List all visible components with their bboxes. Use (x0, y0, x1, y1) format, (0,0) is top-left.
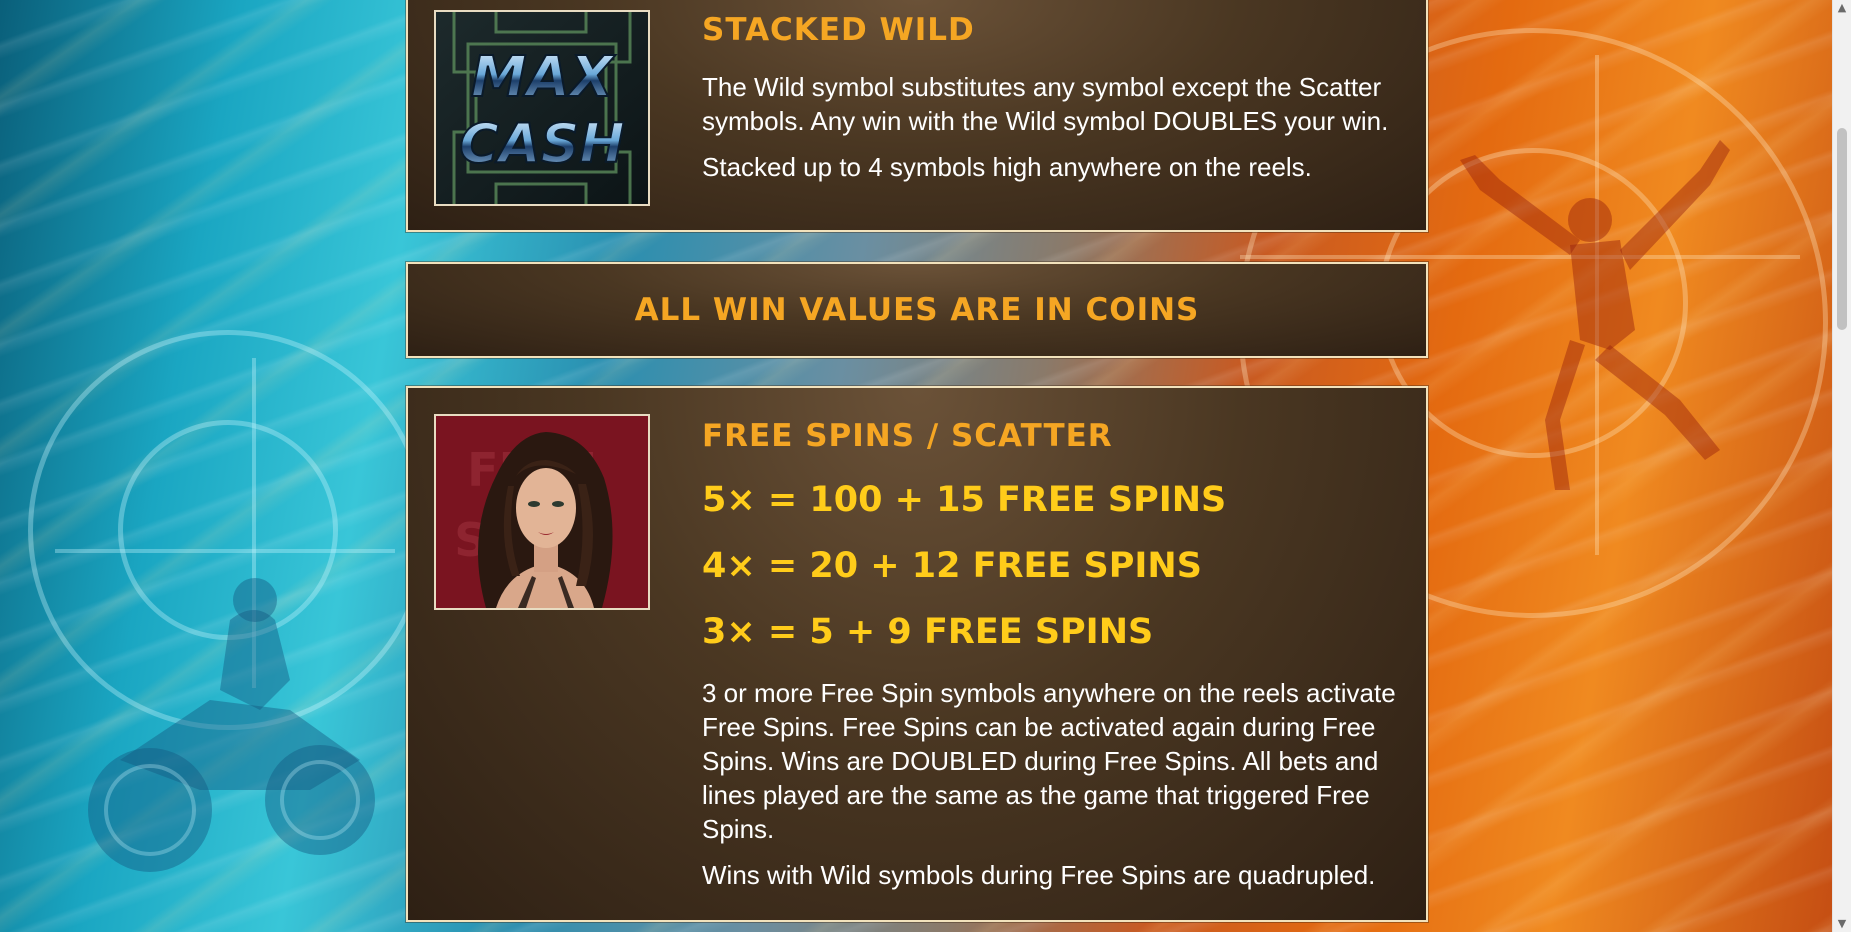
crosshair-left-outer-ring (28, 330, 428, 730)
crosshair-right-horizontal (1240, 255, 1800, 259)
vertical-scrollbar[interactable]: ▲ ▼ (1832, 0, 1851, 932)
stacked-wild-panel: MAX CASH STACKED WILD The Wild symbol su… (406, 0, 1428, 232)
svg-text:MAX: MAX (471, 45, 616, 110)
crosshair-left-inner-ring (118, 420, 338, 640)
payout-3x: 3× = 5 + 9 FREE SPINS (702, 612, 1154, 652)
motorcycle-rider-silhouette (88, 578, 375, 872)
chevron-down-icon[interactable]: ▼ (1833, 916, 1851, 932)
woman-portrait-icon: FREE SPINS (436, 416, 648, 608)
max-cash-logo-icon: MAX CASH (436, 12, 648, 204)
stacked-wild-stack-info: Stacked up to 4 symbols high anywhere on… (702, 152, 1312, 182)
payout-5x: 5× = 100 + 15 FREE SPINS (702, 480, 1227, 520)
free-spins-description: 3 or more Free Spin symbols anywhere on … (702, 678, 1396, 844)
max-cash-wild-symbol: MAX CASH (434, 10, 650, 206)
payout-4x: 4× = 20 + 12 FREE SPINS (702, 546, 1202, 586)
stacked-wild-heading: STACKED WILD (702, 12, 975, 48)
chevron-up-icon[interactable]: ▲ (1833, 0, 1851, 16)
crosshair-right-vertical (1595, 55, 1599, 555)
coins-notice-panel: ALL WIN VALUES ARE IN COINS (406, 262, 1428, 358)
stacked-wild-description: The Wild symbol substitutes any symbol e… (702, 72, 1389, 136)
free-spins-wild-note: Wins with Wild symbols during Free Spins… (702, 860, 1376, 890)
coins-notice-title: ALL WIN VALUES ARE IN COINS (634, 292, 1200, 328)
stacked-wild-text: STACKED WILD The Wild symbol substitutes… (702, 10, 1402, 184)
free-spins-panel: FREE SPINS FREE SPINS / SCATTER 5× (406, 386, 1428, 922)
jumping-figure-silhouette (1460, 140, 1730, 490)
crosshair-left-vertical (252, 358, 256, 688)
free-spins-text: FREE SPINS / SCATTER 5× = 100 + 15 FREE … (702, 416, 1402, 892)
scatter-symbol: FREE SPINS (434, 414, 650, 610)
free-spins-heading: FREE SPINS / SCATTER (702, 418, 1113, 454)
svg-text:CASH: CASH (459, 112, 625, 175)
scrollbar-thumb[interactable] (1837, 128, 1847, 330)
crosshair-left-horizontal (55, 549, 395, 553)
